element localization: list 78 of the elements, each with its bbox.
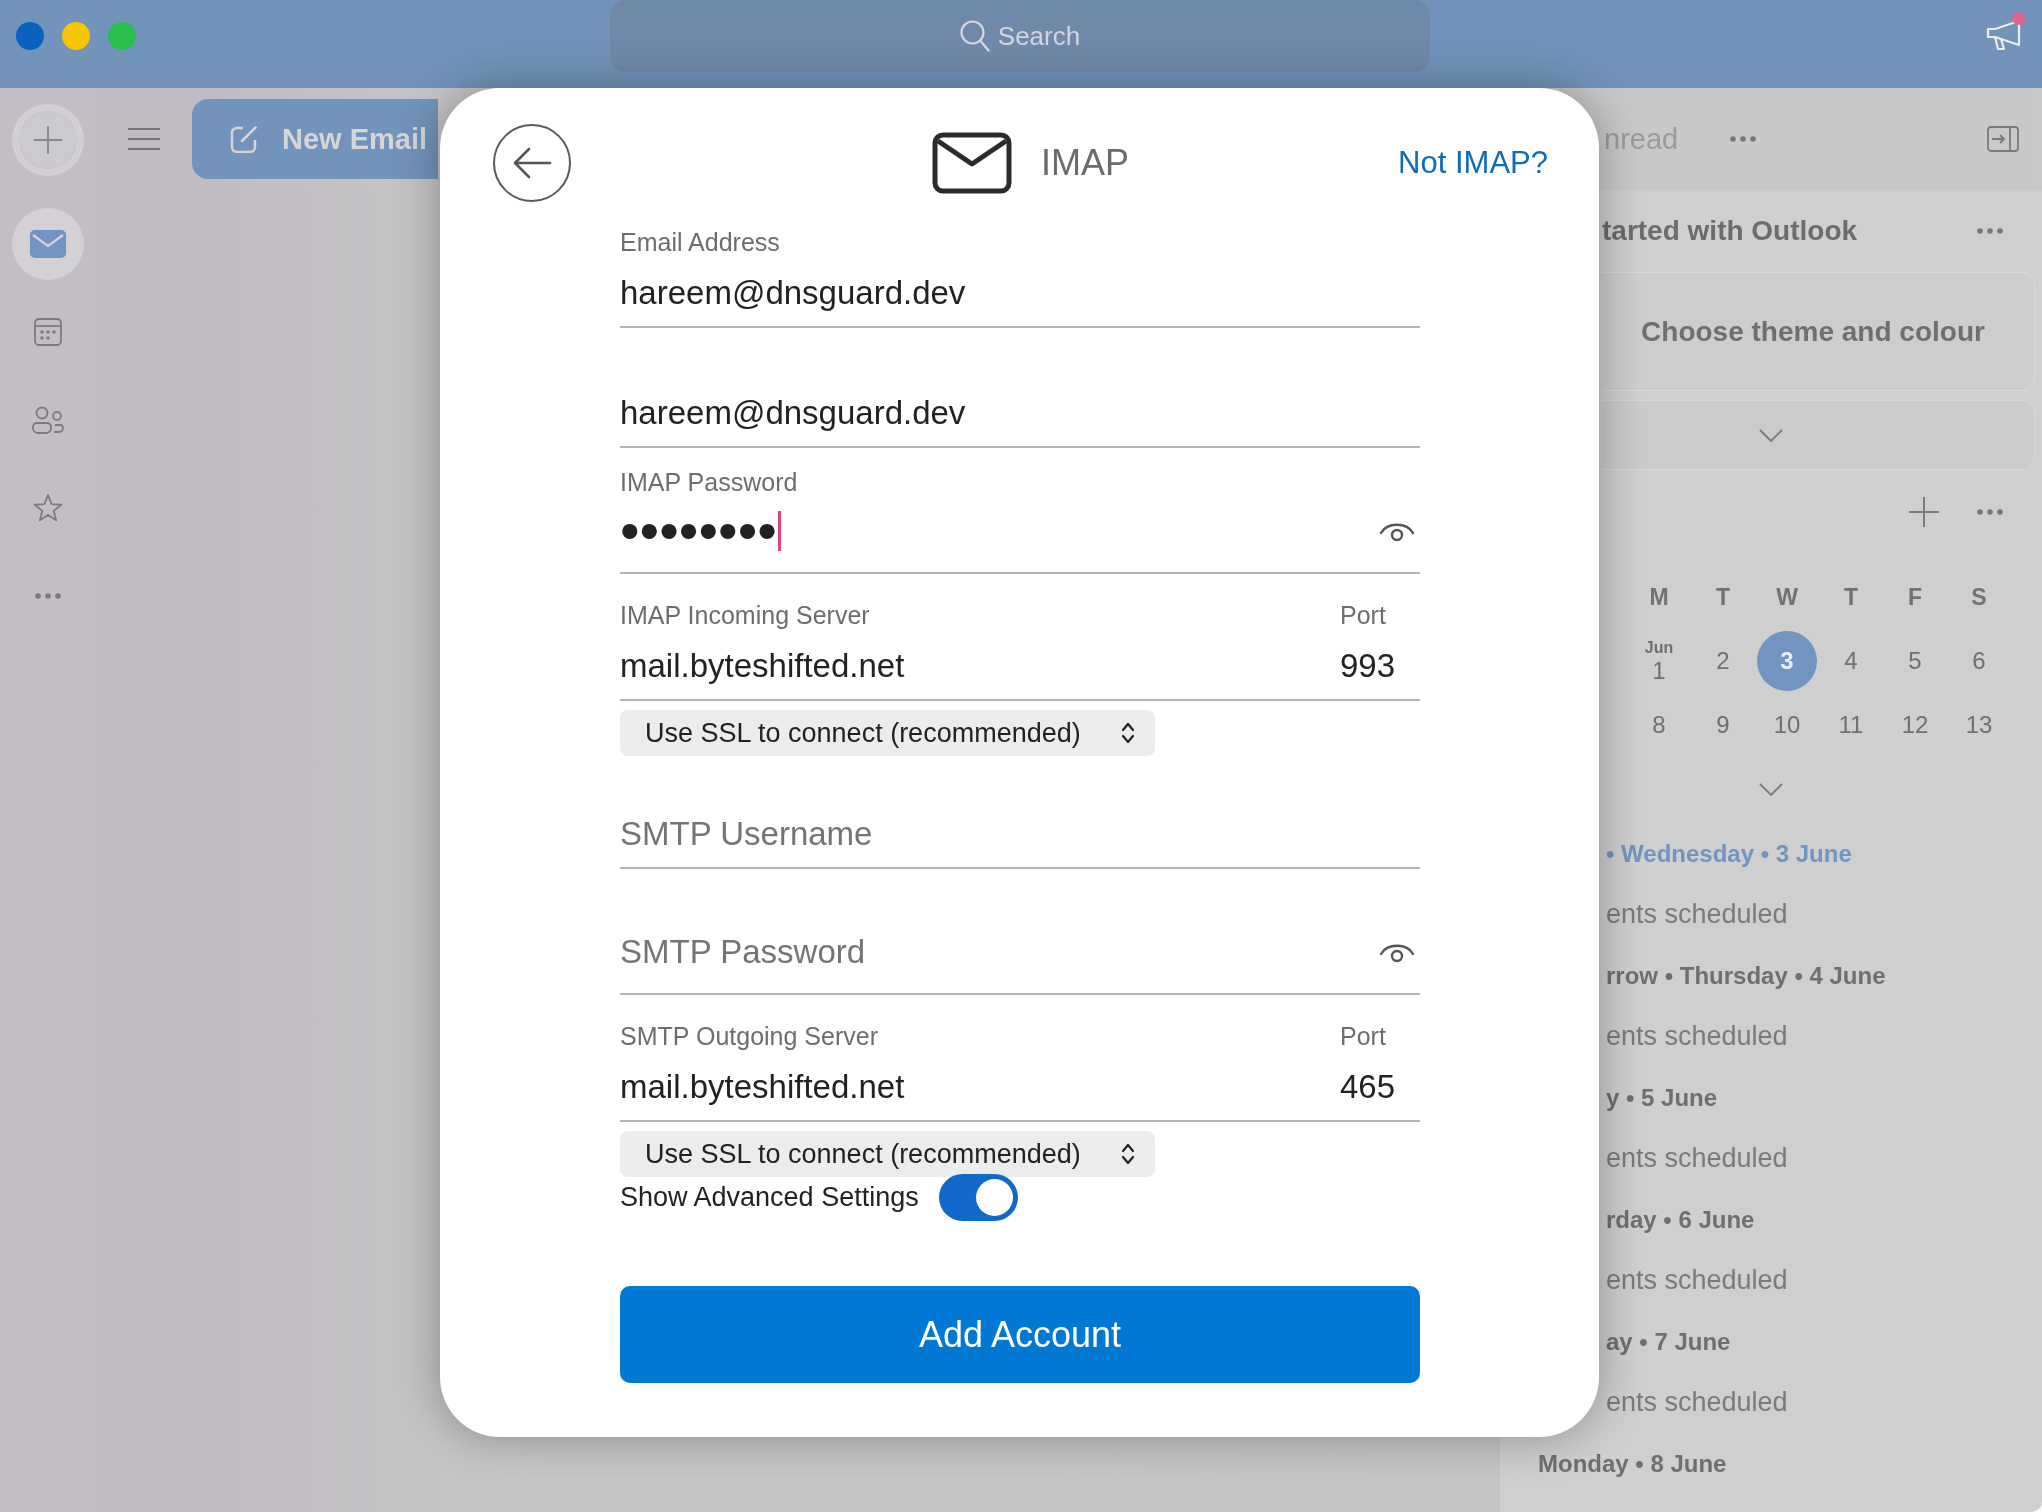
weekday-label: T (1715, 583, 1731, 611)
mail-icon (30, 230, 66, 258)
field-label: Port (1340, 600, 1386, 630)
port-field[interactable]: 465 (1340, 1054, 1420, 1122)
weekday-label: S (1971, 583, 1987, 611)
calendar-day[interactable]: 13 (1949, 695, 2009, 755)
agenda-note: ents scheduled (1606, 898, 1788, 931)
collapsed-card[interactable] (1602, 400, 2035, 470)
agenda-note: ents scheduled (1606, 1020, 1788, 1053)
compose-icon (230, 125, 258, 153)
window-control-icon[interactable] (16, 22, 44, 50)
section-title: tarted with Outlook (1602, 215, 1858, 247)
ssl-dropdown[interactable]: Use SSL to connect (recommended) (620, 1131, 1155, 1177)
calendar-day[interactable]: 3 (1757, 631, 1817, 691)
dialog-title: IMAP (1041, 142, 1129, 184)
add-account-button[interactable]: Add Account (620, 1286, 1420, 1383)
chevron-down-icon[interactable] (1759, 428, 1783, 442)
text-field[interactable]: hareem@dnsguard.dev (620, 380, 1420, 448)
not-imap-link[interactable]: Not IMAP? (1398, 145, 1548, 181)
search-icon (959, 20, 990, 52)
plus-icon[interactable] (1909, 497, 1939, 527)
field-label: IMAP Password (620, 467, 798, 497)
toggle-switch[interactable] (938, 1174, 1018, 1221)
calendar-day[interactable]: 5 (1885, 631, 1945, 691)
search-field[interactable]: Search (610, 0, 1430, 72)
calendar-day[interactable]: 8 (1629, 695, 1689, 755)
plus-icon[interactable] (34, 126, 62, 154)
chevron-down-icon[interactable] (1759, 782, 1783, 796)
calendar-day[interactable]: Jun 1 (1629, 631, 1689, 691)
text-cursor-icon (777, 511, 781, 551)
calendar-day[interactable]: 9 (1693, 695, 1753, 755)
more-icon[interactable] (1977, 509, 2003, 515)
port-field[interactable]: 993 (1340, 633, 1420, 701)
calendar-day[interactable]: 6 (1949, 631, 2009, 691)
field-label: SMTP Outgoing Server (620, 1021, 878, 1051)
agenda-heading: rrow • Thursday • 4 June (1606, 960, 1886, 991)
agenda-heading: • Wednesday • 3 June (1606, 838, 1852, 869)
agenda-heading: ay • 7 June (1606, 1326, 1731, 1357)
setup-card[interactable]: Choose theme and colour (1602, 272, 2035, 391)
calendar-day[interactable]: 2 (1693, 631, 1753, 691)
agenda-note: ents scheduled (1606, 1264, 1788, 1297)
more-icon[interactable] (1977, 228, 2003, 234)
more-icon[interactable] (35, 593, 61, 599)
arrow-left-icon (512, 147, 552, 179)
agenda-note: ents scheduled (1606, 1142, 1788, 1175)
menu-icon[interactable] (128, 128, 160, 150)
calendar-day[interactable]: 12 (1885, 695, 1945, 755)
more-icon[interactable] (1730, 136, 1757, 142)
weekday-label: F (1907, 583, 1923, 611)
text-field[interactable]: hareem@dnsguard.dev (620, 260, 1420, 328)
agenda-heading: Monday • 8 June (1538, 1448, 1727, 1479)
field-label: Email Address (620, 227, 780, 257)
password-field[interactable]: •••••••• (620, 500, 1420, 574)
field-label: Port (1340, 1021, 1386, 1051)
weekday-label: T (1843, 583, 1859, 611)
field-label: IMAP Incoming Server (620, 600, 870, 630)
weekday-label: M (1649, 583, 1669, 611)
calendar-icon (34, 318, 62, 346)
chevron-updown-icon (1121, 1143, 1135, 1165)
agenda-note: ents scheduled (1606, 1386, 1788, 1419)
toggle-label: Show Advanced Settings (620, 1182, 919, 1213)
weekday-label: W (1776, 583, 1798, 611)
server-field[interactable]: mail.byteshifted.net (620, 1054, 1340, 1122)
server-field[interactable]: mail.byteshifted.net (620, 633, 1340, 701)
window-control-icon[interactable] (62, 22, 90, 50)
password-field[interactable]: SMTP Password (620, 921, 1420, 995)
people-icon (31, 406, 65, 434)
mail-icon (932, 132, 1012, 194)
chevron-updown-icon (1121, 722, 1135, 744)
agenda-heading: rday • 6 June (1606, 1204, 1755, 1235)
new-email-button[interactable]: New Email (192, 99, 438, 179)
calendar-day[interactable]: 11 (1821, 695, 1881, 755)
calendar-day[interactable]: 4 (1821, 631, 1881, 691)
star-icon (33, 494, 63, 522)
ssl-dropdown[interactable]: Use SSL to connect (recommended) (620, 710, 1155, 756)
agenda-heading: y • 5 June (1606, 1082, 1718, 1113)
calendar-day[interactable]: 10 (1757, 695, 1817, 755)
text-field[interactable]: SMTP Username (620, 801, 1420, 869)
